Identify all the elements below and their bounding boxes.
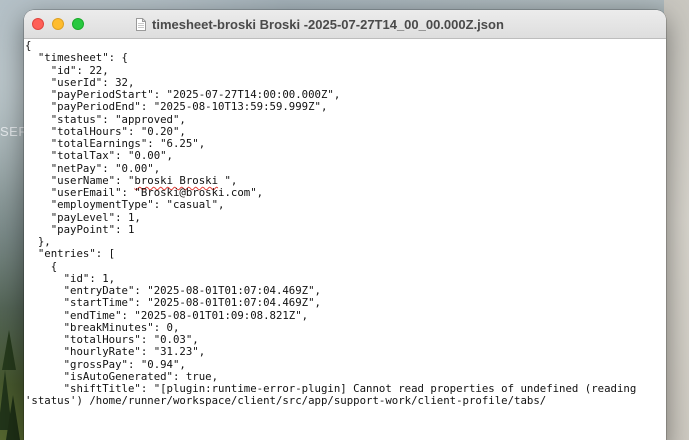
code-line[interactable]: 'status') /home/runner/workspace/client/… bbox=[25, 394, 666, 407]
code-line[interactable]: "grossPay": "0.94", bbox=[25, 358, 666, 371]
code-line[interactable]: "startTime": "2025-08-01T01:07:04.469Z", bbox=[25, 296, 666, 309]
code-line[interactable]: "payLevel": 1, bbox=[25, 211, 666, 224]
minimize-window-button[interactable] bbox=[52, 18, 64, 30]
text-editor-window: timesheet-broski Broski -2025-07-27T14_0… bbox=[24, 10, 666, 440]
code-line[interactable]: "payPeriodEnd": "2025-08-10T13:59:59.999… bbox=[25, 100, 666, 113]
window-title-group: timesheet-broski Broski -2025-07-27T14_0… bbox=[136, 10, 504, 38]
code-line[interactable]: "payPoint": 1 bbox=[25, 223, 666, 236]
code-line[interactable]: { bbox=[25, 260, 666, 273]
zoom-window-button[interactable] bbox=[72, 18, 84, 30]
code-line[interactable]: "endTime": "2025-08-01T01:09:08.821Z", bbox=[25, 309, 666, 322]
code-line[interactable]: "entries": [ bbox=[25, 247, 666, 260]
document-content[interactable]: { "timesheet": { "id": 22, "userId": 32,… bbox=[24, 39, 666, 440]
code-line[interactable]: "employmentType": "casual", bbox=[25, 198, 666, 211]
code-line[interactable]: "hourlyRate": "31.23", bbox=[25, 345, 666, 358]
desktop-wallpaper-right bbox=[664, 0, 689, 440]
window-title: timesheet-broski Broski -2025-07-27T14_0… bbox=[152, 16, 504, 32]
code-line[interactable]: "timesheet": { bbox=[25, 51, 666, 64]
code-text: ", bbox=[218, 173, 238, 187]
tree-decoration bbox=[2, 330, 16, 370]
document-icon bbox=[136, 17, 146, 31]
window-titlebar[interactable]: timesheet-broski Broski -2025-07-27T14_0… bbox=[24, 10, 666, 39]
code-line[interactable]: }, bbox=[25, 235, 666, 248]
tree-decoration bbox=[6, 395, 20, 440]
code-line[interactable]: "id": 22, bbox=[25, 64, 666, 77]
code-text: "userName": " bbox=[25, 173, 135, 187]
code-line[interactable]: "status": "approved", bbox=[25, 113, 666, 126]
misspelled-word[interactable]: broski Broski bbox=[134, 174, 218, 187]
code-line[interactable]: "totalTax": "0.00", bbox=[25, 149, 666, 162]
close-window-button[interactable] bbox=[32, 18, 44, 30]
json-text[interactable]: { "timesheet": { "id": 22, "userId": 32,… bbox=[25, 39, 666, 408]
